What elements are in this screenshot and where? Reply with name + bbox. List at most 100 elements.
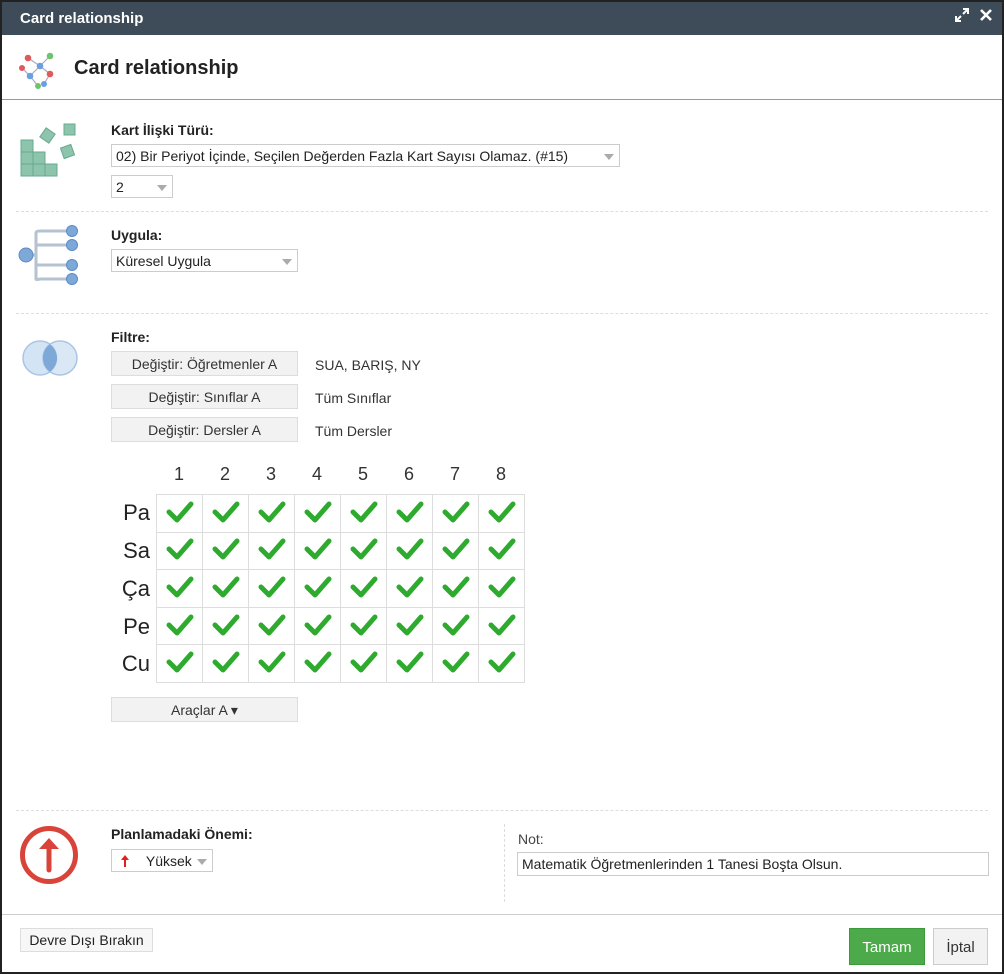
grid-cell[interactable] bbox=[478, 531, 525, 571]
title-bar: Card relationship bbox=[2, 2, 1002, 35]
grid-cell[interactable] bbox=[386, 569, 433, 608]
relationship-network-icon bbox=[16, 48, 58, 93]
grid-row-header: Pe bbox=[123, 614, 150, 639]
relation-type-select[interactable]: 02) Bir Periyot İçinde, Seçilen Değerden… bbox=[111, 144, 620, 167]
checkmark-icon bbox=[258, 614, 285, 636]
grid-cell[interactable] bbox=[248, 569, 295, 608]
grid-cell[interactable] bbox=[432, 644, 479, 683]
checkmark-icon bbox=[442, 576, 469, 598]
grid-cell[interactable] bbox=[156, 569, 203, 608]
checkmark-icon bbox=[212, 538, 239, 560]
grid-cell[interactable] bbox=[478, 606, 525, 646]
grid-cell[interactable] bbox=[386, 644, 433, 683]
page-title: Card relationship bbox=[74, 57, 239, 79]
change-classes-button[interactable]: Değiştir: Sınıflar A bbox=[111, 384, 298, 409]
grid-cell[interactable] bbox=[294, 569, 341, 608]
importance-value: Yüksek bbox=[145, 853, 192, 869]
grid-row bbox=[156, 606, 525, 646]
grid-row-header: Ça bbox=[121, 576, 150, 601]
grid-cell[interactable] bbox=[478, 644, 525, 683]
grid-cell[interactable] bbox=[202, 494, 249, 533]
grid-cell[interactable] bbox=[156, 644, 203, 683]
change-teachers-button[interactable]: Değiştir: Öğretmenler A bbox=[111, 351, 298, 376]
checkmark-icon bbox=[350, 538, 377, 560]
checkmark-icon bbox=[350, 614, 377, 636]
grid-cell[interactable] bbox=[294, 644, 341, 683]
checkmark-icon bbox=[396, 651, 423, 673]
grid-row bbox=[156, 569, 525, 608]
grid-column-header: 6 bbox=[403, 464, 414, 484]
dialog-header: Card relationship bbox=[2, 35, 1002, 100]
tools-menu-button[interactable]: Araçlar A ▾ bbox=[111, 697, 298, 722]
grid-cell[interactable] bbox=[340, 569, 387, 608]
checkmark-icon bbox=[442, 501, 469, 523]
checkmark-icon bbox=[488, 501, 515, 523]
grid-cell[interactable] bbox=[156, 531, 203, 571]
grid-cell[interactable] bbox=[386, 494, 433, 533]
grid-cell[interactable] bbox=[248, 644, 295, 683]
grid-cell[interactable] bbox=[202, 644, 249, 683]
grid-cell[interactable] bbox=[386, 531, 433, 571]
checkmark-icon bbox=[442, 538, 469, 560]
checkmark-icon bbox=[488, 576, 515, 598]
checkmark-icon bbox=[258, 538, 285, 560]
grid-cell[interactable] bbox=[156, 606, 203, 646]
checkmark-icon bbox=[304, 651, 331, 673]
vertical-divider bbox=[504, 824, 505, 902]
close-icon[interactable] bbox=[977, 8, 995, 28]
grid-cell[interactable] bbox=[202, 569, 249, 608]
change-subjects-button[interactable]: Değiştir: Dersler A bbox=[111, 417, 298, 442]
chevron-down-icon bbox=[157, 185, 167, 191]
grid-cell[interactable] bbox=[202, 531, 249, 571]
disable-button[interactable]: Devre Dışı Bırakın bbox=[20, 928, 153, 952]
filter-venn-icon bbox=[18, 338, 82, 381]
grid-cell[interactable] bbox=[202, 606, 249, 646]
checkmark-icon bbox=[350, 576, 377, 598]
checkmark-icon bbox=[304, 501, 331, 523]
note-input[interactable]: Matematik Öğretmenlerinden 1 Tanesi Boşt… bbox=[517, 852, 989, 876]
grid-cell[interactable] bbox=[340, 531, 387, 571]
relation-type-label: Kart İlişki Türü: bbox=[111, 122, 214, 138]
chevron-down-icon bbox=[282, 259, 292, 265]
checkmark-icon bbox=[488, 614, 515, 636]
grid-cell[interactable] bbox=[432, 531, 479, 571]
grid-cell[interactable] bbox=[478, 569, 525, 608]
apply-label: Uygula: bbox=[111, 227, 163, 243]
grid-cell[interactable] bbox=[432, 494, 479, 533]
grid-row-header: Pa bbox=[123, 500, 150, 525]
grid-cell[interactable] bbox=[294, 531, 341, 571]
importance-select[interactable]: Yüksek bbox=[111, 849, 213, 872]
checkmark-icon bbox=[396, 576, 423, 598]
checkmark-icon bbox=[166, 538, 193, 560]
grid-column-header: 8 bbox=[495, 464, 506, 484]
count-select[interactable]: 2 bbox=[111, 175, 173, 198]
grid-cell[interactable] bbox=[156, 494, 203, 533]
red-up-arrow-icon bbox=[120, 854, 132, 870]
grid-cell[interactable] bbox=[340, 494, 387, 533]
chevron-down-icon bbox=[604, 154, 614, 160]
cancel-button[interactable]: İptal bbox=[933, 928, 988, 965]
apply-select[interactable]: Küresel Uygula bbox=[111, 249, 298, 272]
grid-column-header: 4 bbox=[311, 464, 322, 484]
ok-button[interactable]: Tamam bbox=[849, 928, 925, 965]
grid-cell[interactable] bbox=[478, 494, 525, 533]
maximize-icon[interactable] bbox=[953, 8, 971, 28]
grid-cell[interactable] bbox=[432, 606, 479, 646]
section-divider bbox=[16, 810, 988, 811]
checkmark-icon bbox=[304, 576, 331, 598]
checkmark-icon bbox=[442, 614, 469, 636]
checkmark-icon bbox=[304, 538, 331, 560]
grid-cell[interactable] bbox=[294, 606, 341, 646]
grid-cell[interactable] bbox=[340, 644, 387, 683]
grid-row bbox=[156, 644, 525, 683]
grid-cell[interactable] bbox=[248, 494, 295, 533]
grid-cell[interactable] bbox=[432, 569, 479, 608]
grid-cell[interactable] bbox=[386, 606, 433, 646]
checkmark-icon bbox=[258, 651, 285, 673]
grid-cell[interactable] bbox=[340, 606, 387, 646]
grid-cell[interactable] bbox=[248, 531, 295, 571]
grid-cell[interactable] bbox=[248, 606, 295, 646]
checkmark-icon bbox=[212, 614, 239, 636]
checkmark-icon bbox=[442, 651, 469, 673]
grid-cell[interactable] bbox=[294, 494, 341, 533]
